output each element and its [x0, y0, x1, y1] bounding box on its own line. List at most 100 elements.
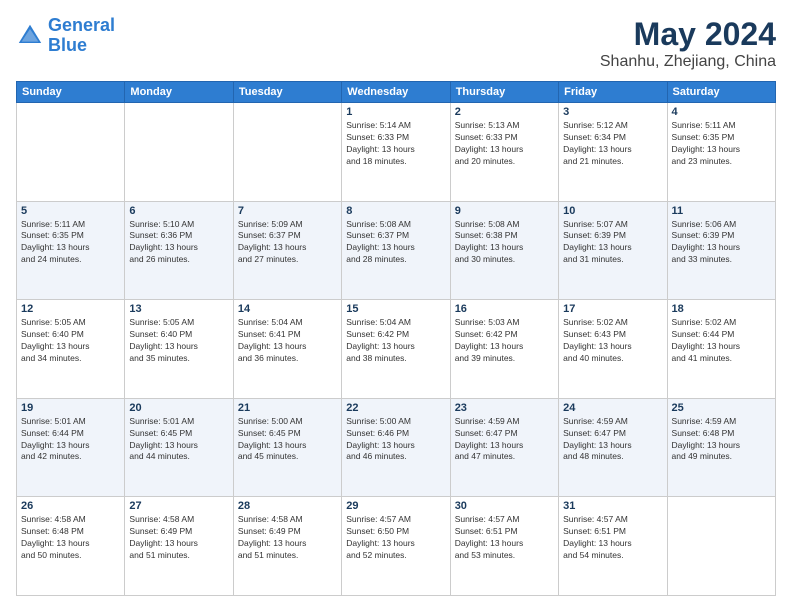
day-info: Sunrise: 5:08 AM Sunset: 6:37 PM Dayligh…	[346, 219, 445, 267]
day-number: 20	[129, 402, 228, 414]
day-info: Sunrise: 5:00 AM Sunset: 6:46 PM Dayligh…	[346, 416, 445, 464]
table-row: 5Sunrise: 5:11 AM Sunset: 6:35 PM Daylig…	[17, 201, 125, 300]
day-number: 19	[21, 402, 120, 414]
table-row: 9 Sunrise: 5:08 AM Sunset: 6:38 PM Daylig…	[450, 201, 558, 300]
day-info: Sunrise: 5:13 AM Sunset: 6:33 PM Dayligh…	[455, 120, 554, 168]
table-row: 2Sunrise: 5:13 AM Sunset: 6:33 PM Daylig…	[450, 103, 558, 202]
table-row: 8 Sunrise: 5:08 AM Sunset: 6:37 PM Daylig…	[342, 201, 450, 300]
day-number: 22	[346, 402, 445, 414]
col-sunday: Sunday	[17, 82, 125, 103]
day-number: 28	[238, 500, 337, 512]
table-row: 25 Sunrise: 4:59 AM Sunset: 6:48 PM Dayli…	[667, 398, 775, 497]
table-row: 11 Sunrise: 5:06 AM Sunset: 6:39 PM Dayli…	[667, 201, 775, 300]
table-row: 20 Sunrise: 5:01 AM Sunset: 6:45 PM Dayli…	[125, 398, 233, 497]
table-row	[17, 103, 125, 202]
logo-text: General Blue	[48, 16, 115, 56]
day-info: Sunrise: 4:58 AM Sunset: 6:49 PM Dayligh…	[238, 514, 337, 562]
table-row: 29Sunrise: 4:57 AM Sunset: 6:50 PM Dayli…	[342, 497, 450, 596]
table-row: 18 Sunrise: 5:02 AM Sunset: 6:44 PM Dayli…	[667, 300, 775, 399]
day-info: Sunrise: 5:05 AM Sunset: 6:40 PM Dayligh…	[21, 317, 120, 365]
day-info: Sunrise: 5:00 AM Sunset: 6:45 PM Dayligh…	[238, 416, 337, 464]
day-number: 16	[455, 303, 554, 315]
day-info: Sunrise: 4:57 AM Sunset: 6:51 PM Dayligh…	[563, 514, 662, 562]
day-number: 17	[563, 303, 662, 315]
table-row: 15 Sunrise: 5:04 AM Sunset: 6:42 PM Dayli…	[342, 300, 450, 399]
day-number: 3	[563, 106, 662, 118]
day-info: Sunrise: 4:59 AM Sunset: 6:47 PM Dayligh…	[563, 416, 662, 464]
day-number: 23	[455, 402, 554, 414]
day-number: 11	[672, 205, 771, 217]
day-number: 1	[346, 106, 445, 118]
calendar-week-row: 26 Sunrise: 4:58 AM Sunset: 6:48 PM Dayli…	[17, 497, 776, 596]
page: General Blue May 2024 Shanhu, Zhejiang, …	[0, 0, 792, 612]
table-row: 1 Sunrise: 5:14 AM Sunset: 6:33 PM Daylig…	[342, 103, 450, 202]
day-number: 9	[455, 205, 554, 217]
day-number: 18	[672, 303, 771, 315]
day-number: 27	[129, 500, 228, 512]
day-info: Sunrise: 5:02 AM Sunset: 6:43 PM Dayligh…	[563, 317, 662, 365]
day-number: 24	[563, 402, 662, 414]
day-number: 8	[346, 205, 445, 217]
table-row: 12 Sunrise: 5:05 AM Sunset: 6:40 PM Dayli…	[17, 300, 125, 399]
day-info: Sunrise: 5:05 AM Sunset: 6:40 PM Dayligh…	[129, 317, 228, 365]
day-number: 31	[563, 500, 662, 512]
col-friday: Friday	[559, 82, 667, 103]
main-title: May 2024	[600, 16, 776, 53]
day-info: Sunrise: 5:09 AM Sunset: 6:37 PM Dayligh…	[238, 219, 337, 267]
table-row: 23 Sunrise: 4:59 AM Sunset: 6:47 PM Dayli…	[450, 398, 558, 497]
table-row: 7 Sunrise: 5:09 AM Sunset: 6:37 PM Daylig…	[233, 201, 341, 300]
day-info: Sunrise: 4:59 AM Sunset: 6:48 PM Dayligh…	[672, 416, 771, 464]
day-info: Sunrise: 4:57 AM Sunset: 6:51 PM Dayligh…	[455, 514, 554, 562]
table-row	[125, 103, 233, 202]
day-info: Sunrise: 5:01 AM Sunset: 6:45 PM Dayligh…	[129, 416, 228, 464]
table-row	[233, 103, 341, 202]
day-info: Sunrise: 5:12 AM Sunset: 6:34 PM Dayligh…	[563, 120, 662, 168]
day-info: Sunrise: 5:01 AM Sunset: 6:44 PM Dayligh…	[21, 416, 120, 464]
day-number: 12	[21, 303, 120, 315]
calendar-week-row: 1 Sunrise: 5:14 AM Sunset: 6:33 PM Daylig…	[17, 103, 776, 202]
logo: General Blue	[16, 16, 115, 56]
day-number: 29	[346, 500, 445, 512]
day-number: 30	[455, 500, 554, 512]
logo-line1: General	[48, 15, 115, 35]
day-info: Sunrise: 5:10 AM Sunset: 6:36 PM Dayligh…	[129, 219, 228, 267]
table-row: 24 Sunrise: 4:59 AM Sunset: 6:47 PM Dayli…	[559, 398, 667, 497]
table-row: 27Sunrise: 4:58 AM Sunset: 6:49 PM Dayli…	[125, 497, 233, 596]
table-row: 30 Sunrise: 4:57 AM Sunset: 6:51 PM Dayli…	[450, 497, 558, 596]
day-info: Sunrise: 5:04 AM Sunset: 6:41 PM Dayligh…	[238, 317, 337, 365]
day-info: Sunrise: 4:59 AM Sunset: 6:47 PM Dayligh…	[455, 416, 554, 464]
day-number: 5	[21, 205, 120, 217]
day-number: 7	[238, 205, 337, 217]
day-info: Sunrise: 5:04 AM Sunset: 6:42 PM Dayligh…	[346, 317, 445, 365]
table-row: 13 Sunrise: 5:05 AM Sunset: 6:40 PM Dayli…	[125, 300, 233, 399]
day-number: 14	[238, 303, 337, 315]
table-row: 16 Sunrise: 5:03 AM Sunset: 6:42 PM Dayli…	[450, 300, 558, 399]
col-tuesday: Tuesday	[233, 82, 341, 103]
day-info: Sunrise: 5:07 AM Sunset: 6:39 PM Dayligh…	[563, 219, 662, 267]
day-number: 13	[129, 303, 228, 315]
table-row: 31 Sunrise: 4:57 AM Sunset: 6:51 PM Dayli…	[559, 497, 667, 596]
col-wednesday: Wednesday	[342, 82, 450, 103]
day-info: Sunrise: 5:08 AM Sunset: 6:38 PM Dayligh…	[455, 219, 554, 267]
day-info: Sunrise: 4:58 AM Sunset: 6:48 PM Dayligh…	[21, 514, 120, 562]
table-row: 14 Sunrise: 5:04 AM Sunset: 6:41 PM Dayli…	[233, 300, 341, 399]
day-info: Sunrise: 5:02 AM Sunset: 6:44 PM Dayligh…	[672, 317, 771, 365]
day-info: Sunrise: 5:14 AM Sunset: 6:33 PM Dayligh…	[346, 120, 445, 168]
table-row: 28 Sunrise: 4:58 AM Sunset: 6:49 PM Dayli…	[233, 497, 341, 596]
table-row	[667, 497, 775, 596]
col-monday: Monday	[125, 82, 233, 103]
day-number: 25	[672, 402, 771, 414]
calendar-week-row: 5Sunrise: 5:11 AM Sunset: 6:35 PM Daylig…	[17, 201, 776, 300]
logo-line2: Blue	[48, 35, 87, 55]
calendar-header-row: Sunday Monday Tuesday Wednesday Thursday…	[17, 82, 776, 103]
day-info: Sunrise: 5:06 AM Sunset: 6:39 PM Dayligh…	[672, 219, 771, 267]
calendar-week-row: 19 Sunrise: 5:01 AM Sunset: 6:44 PM Dayli…	[17, 398, 776, 497]
day-number: 15	[346, 303, 445, 315]
day-number: 26	[21, 500, 120, 512]
table-row: 3 Sunrise: 5:12 AM Sunset: 6:34 PM Daylig…	[559, 103, 667, 202]
col-thursday: Thursday	[450, 82, 558, 103]
table-row: 17 Sunrise: 5:02 AM Sunset: 6:43 PM Dayli…	[559, 300, 667, 399]
calendar-table: Sunday Monday Tuesday Wednesday Thursday…	[16, 81, 776, 596]
table-row: 19 Sunrise: 5:01 AM Sunset: 6:44 PM Dayli…	[17, 398, 125, 497]
day-info: Sunrise: 5:03 AM Sunset: 6:42 PM Dayligh…	[455, 317, 554, 365]
